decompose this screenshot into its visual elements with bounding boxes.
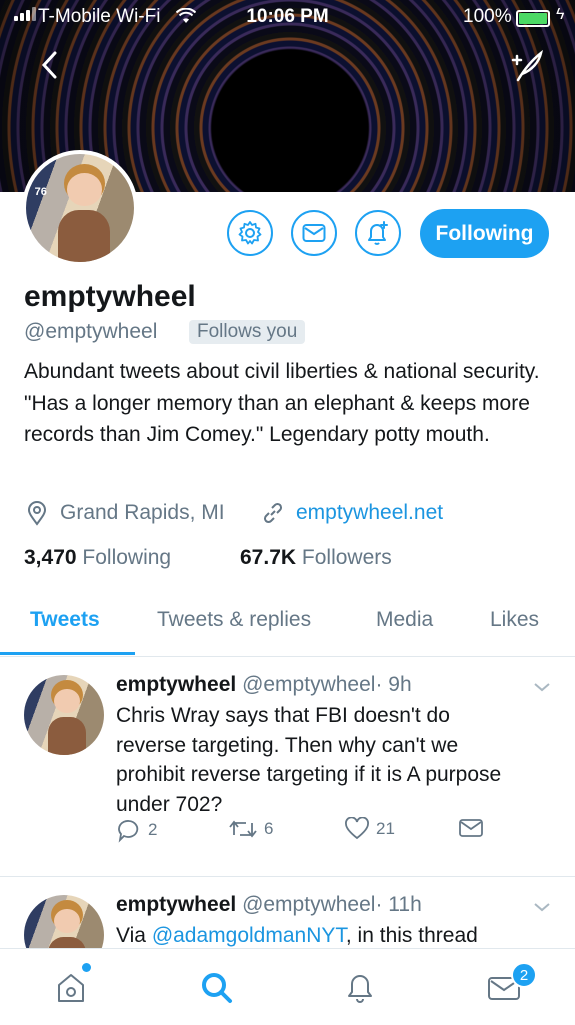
retweet-icon <box>229 820 257 838</box>
chevron-down-icon[interactable] <box>532 897 552 917</box>
profile-location: Grand Rapids, MI <box>24 500 225 526</box>
tweet-text: Via @adamgoldmanNYT, in this thread <box>116 921 546 951</box>
battery-icon <box>516 10 550 27</box>
followers-count-link[interactable]: 67.7K Followers <box>240 546 392 570</box>
profile-website[interactable]: emptywheel.net <box>260 500 443 526</box>
profile-bio: Abundant tweets about civil liberties & … <box>24 360 540 446</box>
reply-count: 2 <box>148 820 158 839</box>
tab-tweets[interactable]: Tweets <box>30 608 100 632</box>
retweet-count: 6 <box>264 819 274 838</box>
tab-likes[interactable]: Likes <box>490 608 539 632</box>
tweet-text-suffix: , in this thread <box>345 924 478 947</box>
tweet-text-prefix: Via <box>116 924 152 947</box>
location-pin-icon <box>27 501 47 526</box>
followers-count: 67.7K <box>240 546 297 569</box>
active-tab-indicator <box>0 652 135 655</box>
chevron-down-icon[interactable] <box>532 677 552 697</box>
status-bar: T-Mobile Wi-Fi 10:06 PM 100% ϟ <box>0 0 575 34</box>
tweet-author-name: emptywheel <box>116 673 237 696</box>
home-tab[interactable] <box>51 967 91 1007</box>
profile-tabs: Tweets Tweets & replies Media Likes <box>0 596 575 657</box>
tweet-text: Chris Wray says that FBI doesn't do reve… <box>116 704 502 816</box>
tweet-actions: 2 6 21 <box>116 817 496 847</box>
tweet-item[interactable]: emptywheel @emptywheel· 9h Chris Wray sa… <box>0 657 575 877</box>
direct-message-button[interactable] <box>458 817 484 839</box>
search-tab[interactable] <box>196 967 236 1007</box>
tab-media[interactable]: Media <box>376 608 433 632</box>
tweet-time: · 11h <box>375 893 422 916</box>
website-link[interactable]: emptywheel.net <box>296 501 443 525</box>
bottom-tab-bar: 2 <box>0 948 575 1025</box>
following-label: Following <box>82 546 172 569</box>
profile-avatar[interactable]: 76 <box>22 150 138 266</box>
envelope-icon <box>302 224 326 242</box>
reply-button[interactable]: 2 <box>116 817 157 843</box>
profile-handle: @emptywheel <box>24 320 158 343</box>
reply-icon <box>118 820 139 843</box>
bell-plus-icon <box>368 221 388 245</box>
follows-you-badge: Follows you <box>189 320 306 344</box>
following-button[interactable]: Following <box>420 209 549 258</box>
notifications-tab[interactable] <box>340 967 380 1007</box>
envelope-icon <box>459 819 483 837</box>
tweet-author-handle: @emptywheel <box>242 893 376 916</box>
tweet-header: emptywheel @emptywheel· 11h <box>116 893 422 917</box>
following-count: 3,470 <box>24 546 77 569</box>
bell-icon <box>348 975 372 1003</box>
messages-badge: 2 <box>511 962 537 988</box>
profile-name: emptywheel <box>24 280 196 313</box>
back-button[interactable] <box>36 48 64 82</box>
gear-icon <box>238 221 262 245</box>
message-button[interactable] <box>291 210 337 256</box>
retweet-button[interactable]: 6 <box>228 817 273 841</box>
feather-plus-icon <box>511 49 543 82</box>
following-count-link[interactable]: 3,470 Following <box>24 546 171 570</box>
mention-link[interactable]: @adamgoldmanNYT <box>152 924 346 947</box>
like-button[interactable]: 21 <box>344 817 395 841</box>
home-unread-dot <box>82 963 91 972</box>
tweet-author-name: emptywheel <box>116 893 237 916</box>
tab-tweets-and-replies[interactable]: Tweets & replies <box>157 608 311 632</box>
location-label: Grand Rapids, MI <box>60 501 225 524</box>
tweet-time: · 9h <box>375 673 412 696</box>
chevron-left-icon <box>41 51 57 79</box>
search-icon <box>202 973 232 1003</box>
tweet-avatar[interactable] <box>24 675 104 755</box>
link-icon <box>263 502 283 524</box>
tweet-author-handle: @emptywheel <box>242 673 376 696</box>
battery-percent: 100% <box>463 6 512 27</box>
settings-button[interactable] <box>227 210 273 256</box>
notifications-button[interactable] <box>355 210 401 256</box>
heart-icon <box>345 817 369 840</box>
charging-icon: ϟ <box>556 6 565 23</box>
followers-label: Followers <box>301 546 392 569</box>
compose-tweet-button[interactable] <box>508 48 544 84</box>
tweet-header: emptywheel @emptywheel· 9h <box>116 673 412 697</box>
like-count: 21 <box>376 819 395 838</box>
avatar-jersey-number: 76 <box>34 186 47 199</box>
home-icon <box>58 974 84 1002</box>
